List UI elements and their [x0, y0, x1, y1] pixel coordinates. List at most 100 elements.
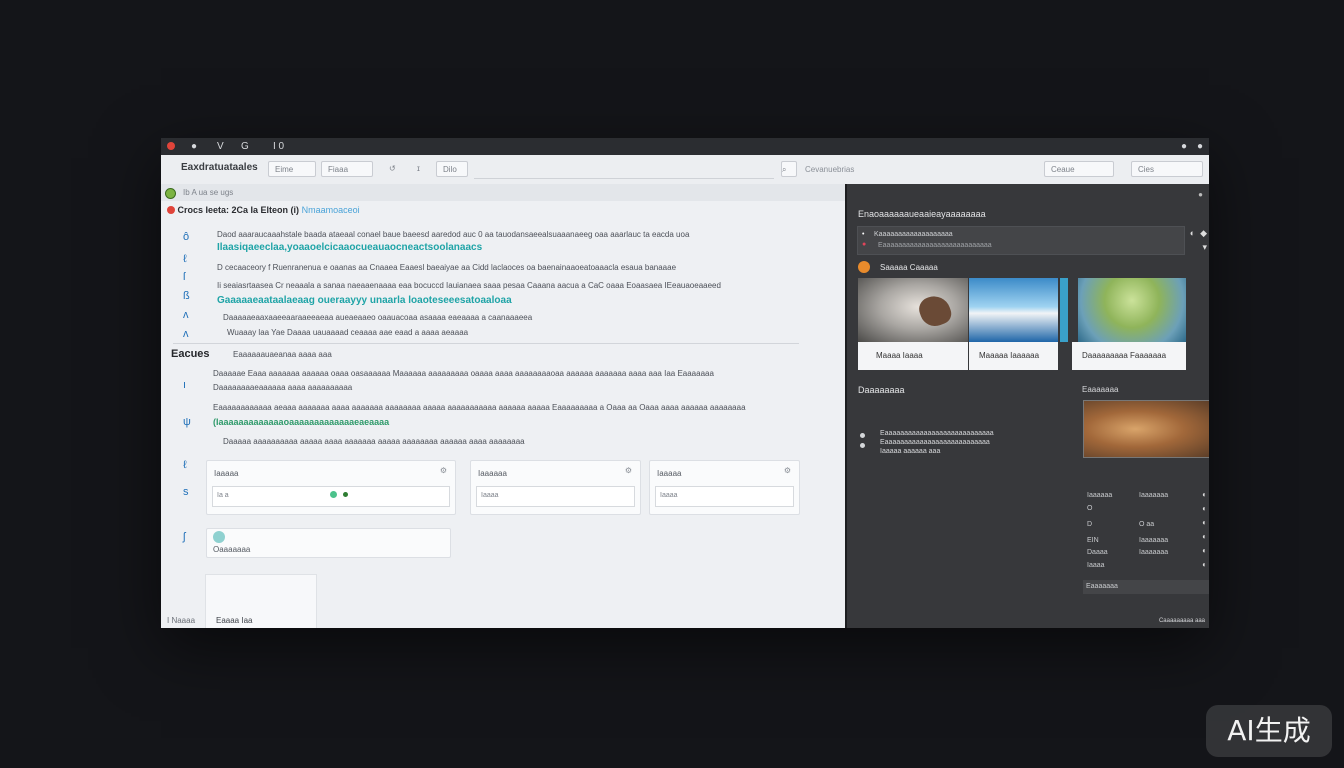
- search-field[interactable]: Cevanuebrias: [805, 165, 854, 174]
- section-highlight[interactable]: (Iaaaaaaaaaaaaaoaaaaaaaaaaaaaeaeaaaa: [213, 417, 389, 427]
- highlight-line-1[interactable]: Ilaasiqaeeclaa,yoaaoelcicaaocueauaocneac…: [217, 242, 482, 253]
- menu-item-1[interactable]: ●: [191, 140, 197, 153]
- form-card-2-field[interactable]: Iaaaa: [476, 486, 635, 507]
- sub-toolbar-text: Ib A ua se ugs: [183, 188, 234, 197]
- list-a-item-6[interactable]: Iaaaa: [1087, 562, 1105, 569]
- gallery-caption-1: Maaaa Iaaaa: [858, 342, 968, 370]
- note-line-2: Eaaaaaaaaaaaaaaaaaaaaaaaaaaa: [880, 439, 990, 446]
- gutter-icon-9[interactable]: ℓ: [183, 459, 187, 471]
- gutter-icon-3[interactable]: ſ: [183, 271, 185, 283]
- toolbar-button-1[interactable]: Eime: [268, 161, 316, 177]
- gutter-icon-6[interactable]: ʌ: [183, 328, 189, 340]
- toggle-icon[interactable]: ◐: [1202, 532, 1207, 541]
- settings-icon[interactable]: ⚙: [440, 466, 447, 475]
- gutter-icon-1[interactable]: ô: [183, 231, 189, 243]
- form-card-1-label: Iaaaaa: [214, 469, 239, 478]
- form-card-2-label: Iaaaaaa: [478, 469, 507, 478]
- panel-title: Enaoaaaaaaueaaieayaaaaaaaa: [858, 209, 986, 219]
- list-a-item-3[interactable]: D: [1087, 521, 1092, 528]
- gallery-image-2[interactable]: [969, 278, 1058, 342]
- undo-icon[interactable]: ↺: [383, 161, 402, 177]
- gutter-icon-10[interactable]: s: [183, 486, 189, 498]
- list-b-item-5[interactable]: Iaaaaaaa: [1139, 537, 1168, 544]
- side-footer-label[interactable]: Eaaaaaaa: [1086, 583, 1118, 590]
- settings-icon[interactable]: ⚙: [784, 466, 791, 475]
- toggle-icon[interactable]: ◐: [1202, 504, 1207, 513]
- list-b-item-6[interactable]: Iaaaaaaa: [1139, 549, 1168, 556]
- main-content: Crocs Ieeta: 2Ca Ia Elteon (i) Nmaamoace…: [161, 201, 845, 628]
- menu-item-2[interactable]: V: [217, 140, 224, 153]
- section-subtitle: Eaaaaaauaeanaa aaaa aaa: [233, 350, 332, 359]
- footer-tab[interactable]: Eaaaa Iaa: [216, 616, 252, 625]
- bottom-card-label: Oaaaaaaa: [213, 545, 251, 554]
- menu-item-3[interactable]: G: [241, 140, 249, 153]
- highlight-line-2[interactable]: Gaaaaaeaataalaeaag oueraayyy unaarla loa…: [217, 295, 512, 306]
- list-a-item-4[interactable]: EIN: [1087, 537, 1099, 544]
- gallery-divider: [1060, 278, 1068, 342]
- more-icon[interactable]: ●: [1197, 140, 1203, 153]
- form-card-2: Iaaaaaa ⚙ Iaaaa: [470, 460, 641, 515]
- chevron-down-icon[interactable]: ▾: [1202, 242, 1207, 253]
- toolbar-right-button-2[interactable]: Cies: [1131, 161, 1203, 177]
- app-window: ● V G I 0 ● ● Eaxdratuataales Eime Fiaaa…: [161, 138, 1209, 628]
- status-dot-icon: [330, 491, 337, 498]
- note-label: Daaaaaaaa: [858, 385, 905, 395]
- panel-info-box[interactable]: Kaaaaaaaaaaaaaaaaaaa Eaaaaaaaaaaaaaaaaaa…: [857, 226, 1185, 255]
- form-card-2-value: Iaaaa: [481, 492, 499, 499]
- status-dot-icon: [343, 492, 348, 497]
- address-line: [474, 178, 774, 179]
- section-line-1: Daaaaae Eaaa aaaaaaa aaaaaa oaaa oasaaaa…: [213, 369, 714, 378]
- text-line-3: Ii seaiasrtaasea Cr neaaala a sanaa naea…: [217, 281, 721, 290]
- section-divider: [173, 343, 799, 344]
- form-card-1: Iaaaaa ⚙ Ia a: [206, 460, 456, 515]
- note-line-1: Eaaaaaaaaaaaaaaaaaaaaaaaaaaaa: [880, 430, 994, 437]
- list-a-item-5[interactable]: Daaaa: [1087, 549, 1108, 556]
- text-line-1: Daod aaaraucaaahstale baada ataeaal cona…: [217, 230, 690, 239]
- gutter-icon-2[interactable]: ℓ: [183, 253, 187, 265]
- toggle-icon[interactable]: ◐: [1202, 518, 1207, 527]
- toolbar: Eaxdratuataales Eime Fiaaa ↺ ɪ Dilo ⌕ Ce…: [161, 155, 1209, 185]
- toolbar-right-button-1[interactable]: Ceaue: [1044, 161, 1114, 177]
- settings-icon[interactable]: ●: [1181, 140, 1187, 153]
- bullet-icon: [860, 443, 865, 448]
- section-line-3: Eaaaaaaaaaaaa aeaaa aaaaaaa aaaa aaaaaaa…: [213, 403, 746, 412]
- section-line-4: Daaaaa aaaaaaaaaa aaaaa aaaa aaaaaaa aaa…: [223, 437, 525, 446]
- toggle-icon[interactable]: ◐: [1202, 490, 1207, 499]
- search-icon[interactable]: ⌕: [781, 161, 797, 177]
- ai-generated-badge: AI生成: [1206, 705, 1332, 757]
- gallery-image-3[interactable]: [1078, 278, 1186, 342]
- info-icon[interactable]: ◐: [1190, 228, 1195, 238]
- bottom-card[interactable]: Oaaaaaaa: [206, 528, 451, 558]
- note-line-3: Iaaaaa aaaaaa aaa: [880, 448, 941, 455]
- toggle-icon[interactable]: ◐: [1202, 546, 1207, 555]
- panel-menu-icon[interactable]: ●: [1198, 190, 1203, 199]
- gutter-icon-4[interactable]: ß: [183, 290, 190, 302]
- list-b-item-1[interactable]: Iaaaaaaa: [1139, 492, 1168, 499]
- list-b-item-3[interactable]: O aa: [1139, 521, 1154, 528]
- bullet-icon: •: [862, 231, 865, 238]
- panel-info-line-2: Eaaaaaaaaaaaaaaaaaaaaaaaaaaaa: [878, 242, 992, 249]
- gallery-caption-3: Daaaaaaaaa Faaaaaaa: [1072, 342, 1186, 370]
- settings-icon[interactable]: ⚙: [625, 466, 632, 475]
- gutter-icon-8[interactable]: ψ: [183, 416, 191, 428]
- gallery-image-1[interactable]: [858, 278, 968, 342]
- sub-toolbar: Ib A ua se ugs: [161, 184, 845, 201]
- gutter-icon-5[interactable]: ʌ: [183, 309, 189, 321]
- toggle-icon[interactable]: ◐: [1202, 560, 1207, 569]
- separator-icon: ɪ: [417, 164, 420, 173]
- form-card-1-field[interactable]: Ia a: [212, 486, 450, 507]
- gutter-icon-11[interactable]: ʃ: [183, 531, 185, 543]
- alert-icon: ●: [862, 241, 867, 248]
- status-indicator-icon: [165, 188, 176, 199]
- toolbar-button-3[interactable]: Dilo: [436, 161, 468, 177]
- side-photo[interactable]: [1083, 400, 1209, 458]
- form-card-3-field[interactable]: Iaaaa: [655, 486, 794, 507]
- page-title-link[interactable]: Nmaamoaceoi: [302, 205, 360, 215]
- close-window-icon[interactable]: [167, 142, 175, 150]
- toolbar-button-2[interactable]: Fiaaa: [321, 161, 373, 177]
- list-a-item-1[interactable]: Iaaaaaa: [1087, 492, 1112, 499]
- menu-item-4[interactable]: I 0: [273, 140, 284, 153]
- gutter-icon-7[interactable]: ı: [183, 379, 186, 391]
- chevron-icon[interactable]: ◆: [1200, 228, 1207, 239]
- list-a-item-2[interactable]: O: [1087, 505, 1092, 512]
